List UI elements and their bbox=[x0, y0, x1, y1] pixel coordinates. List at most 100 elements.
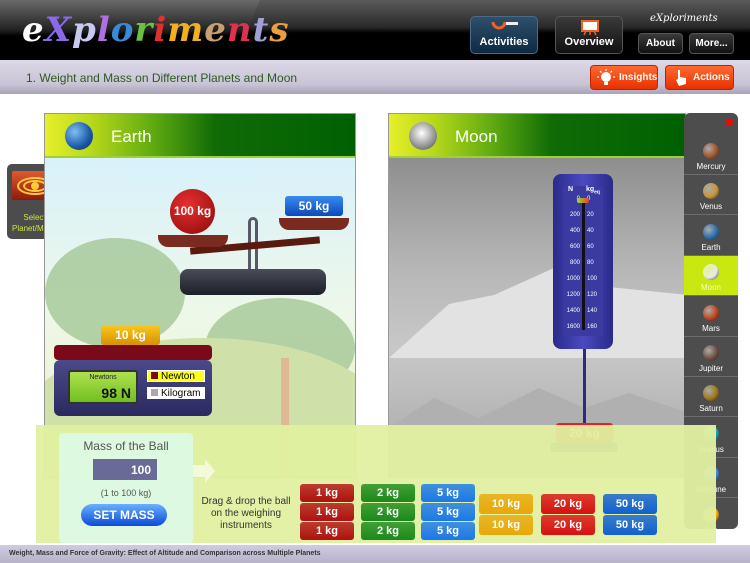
spring-scale: N kgeq 002002040040600608008010001001200… bbox=[553, 174, 613, 349]
weight-block[interactable]: 5 kg bbox=[421, 503, 475, 521]
insights-label: Insights bbox=[619, 72, 658, 83]
scale-tick-kg: 100 bbox=[587, 276, 598, 282]
actions-label: Actions bbox=[693, 72, 730, 83]
mercury-icon bbox=[703, 143, 719, 159]
unit-option-kilogram-label: Kilogram bbox=[161, 388, 201, 399]
lightbulb-icon bbox=[597, 69, 615, 85]
drag-instructions: Drag & drop the ball on the weighing ins… bbox=[201, 496, 291, 531]
earth-panel-title: Earth bbox=[111, 127, 152, 146]
moon-icon bbox=[703, 264, 719, 281]
about-button[interactable]: About bbox=[638, 33, 683, 54]
earth-icon bbox=[703, 223, 719, 240]
weight-block[interactable]: 5 kg bbox=[421, 522, 475, 540]
scale-tick-n: 1200 bbox=[566, 292, 580, 298]
scale-tick-kg: 20 bbox=[587, 212, 594, 218]
planet-item-label: Mars bbox=[702, 323, 720, 333]
scale-tick-n: 600 bbox=[569, 244, 580, 250]
earth-globe-icon bbox=[65, 122, 93, 150]
planet-item-label: Jupiter bbox=[698, 364, 723, 373]
scale-tick-kg: 160 bbox=[587, 324, 598, 330]
weight-block[interactable]: 1 kg bbox=[300, 484, 354, 502]
insights-button[interactable]: Insights bbox=[590, 65, 658, 90]
planet-item-label: Earth bbox=[701, 242, 721, 252]
planet-item-saturn[interactable]: Saturn bbox=[684, 377, 738, 418]
overview-label: Overview bbox=[564, 36, 614, 48]
jupiter-icon bbox=[703, 345, 719, 361]
scale-display-caption: Newtons bbox=[89, 374, 117, 381]
close-icon[interactable]: ✖ bbox=[725, 116, 734, 129]
spring-scale-hook bbox=[583, 349, 586, 424]
scale-tick-n: 800 bbox=[569, 260, 580, 266]
top-bar: eXploriments Activities Overview eXplori… bbox=[0, 0, 750, 60]
earth-panel: Earth 100 kg 50 kg 10 kg Newtons 98 N Ne… bbox=[44, 113, 356, 478]
overview-button[interactable]: Overview bbox=[555, 16, 623, 54]
activities-button[interactable]: Activities bbox=[470, 16, 538, 54]
scale-tick-n: 400 bbox=[569, 228, 580, 234]
weight-block[interactable]: 5 kg bbox=[421, 484, 475, 502]
pointing-hand-icon bbox=[676, 70, 686, 86]
moon-globe-icon bbox=[409, 122, 437, 150]
earth-panel-header: Earth bbox=[45, 114, 355, 158]
spring-scale-rod bbox=[582, 200, 585, 330]
scale-tick-n: 1600 bbox=[566, 324, 580, 330]
set-mass-button[interactable]: SET MASS bbox=[81, 504, 167, 526]
digital-scale: Newtons 98 N Newton Kilogram bbox=[54, 360, 212, 416]
weight-block[interactable]: 10 kg bbox=[479, 494, 533, 514]
weight-block[interactable]: 20 kg bbox=[541, 494, 595, 514]
scale-display-value: 98 N bbox=[101, 385, 131, 401]
weight-block[interactable]: 50 kg bbox=[603, 515, 657, 535]
magnet-icon bbox=[491, 21, 518, 30]
planet-item-label: Saturn bbox=[699, 404, 723, 414]
scale-platform bbox=[54, 345, 212, 360]
weight-block[interactable]: 2 kg bbox=[361, 522, 415, 540]
planet-item-jupiter[interactable]: Jupiter bbox=[684, 337, 738, 377]
moon-panel-title: Moon bbox=[455, 127, 498, 146]
planet-item-label: Venus bbox=[699, 202, 723, 212]
mars-icon bbox=[703, 304, 719, 321]
weight-block[interactable]: 1 kg bbox=[300, 503, 354, 521]
weight-block[interactable]: 20 kg bbox=[541, 515, 595, 535]
moon-panel-header: Moon bbox=[389, 114, 685, 158]
planet-item-venus[interactable]: Venus bbox=[684, 175, 738, 216]
planet-item-label: Moon bbox=[700, 283, 721, 293]
weight-block[interactable]: 10 kg bbox=[479, 515, 533, 535]
planet-item-mars[interactable]: Mars bbox=[684, 297, 738, 337]
actions-button[interactable]: Actions bbox=[665, 65, 734, 90]
unit-option-newton[interactable]: Newton bbox=[147, 370, 205, 382]
app-logo: eXploriments bbox=[22, 10, 290, 50]
spring-scale-face: N kgeq 002002040040600608008010001001200… bbox=[563, 186, 603, 336]
scale-tick-kg: 60 bbox=[587, 244, 594, 250]
activities-label: Activities bbox=[479, 36, 529, 48]
planet-item-mercury[interactable]: Mercury bbox=[684, 135, 738, 175]
more-button[interactable]: More... bbox=[689, 33, 734, 54]
unit-option-newton-label: Newton bbox=[161, 371, 195, 382]
mass-control-panel: Mass of the Ball (1 to 100 kg) SET MASS bbox=[59, 433, 193, 543]
spring-scale-header-kg: kgeq bbox=[585, 186, 600, 196]
weight-on-balance[interactable]: 50 kg bbox=[285, 196, 343, 216]
scale-tick-kg: 140 bbox=[587, 308, 598, 314]
weight-block[interactable]: 50 kg bbox=[603, 494, 657, 514]
spring-scale-pointer bbox=[577, 198, 589, 203]
spring-scale-header-n: N bbox=[568, 186, 574, 193]
venus-icon bbox=[703, 183, 719, 200]
scale-display: Newtons 98 N bbox=[68, 370, 138, 404]
unit-option-kilogram[interactable]: Kilogram bbox=[147, 387, 205, 399]
mass-input[interactable] bbox=[93, 459, 157, 480]
weight-on-scale[interactable]: 10 kg bbox=[101, 325, 160, 345]
planet-item-label: Mercury bbox=[696, 162, 726, 171]
moon-panel: Moon N kgeq 0020020400406006080080100010… bbox=[388, 113, 686, 478]
ball-on-balance[interactable]: 100 kg bbox=[170, 189, 215, 234]
mass-control-title: Mass of the Ball bbox=[83, 439, 169, 453]
weight-block[interactable]: 2 kg bbox=[361, 484, 415, 502]
scale-tick-n: 200 bbox=[569, 212, 580, 218]
scale-tick-kg: 80 bbox=[587, 260, 594, 266]
planet-item-moon[interactable]: Moon bbox=[684, 256, 738, 297]
scale-tick-kg: 40 bbox=[587, 228, 594, 234]
presentation-board-icon bbox=[581, 20, 599, 36]
weight-block[interactable]: 1 kg bbox=[300, 522, 354, 540]
scale-tick-n: 1000 bbox=[566, 276, 580, 282]
planet-item-earth[interactable]: Earth bbox=[684, 216, 738, 256]
saturn-icon bbox=[703, 385, 719, 402]
weight-block[interactable]: 2 kg bbox=[361, 503, 415, 521]
footer-bar: Weight, Mass and Force of Gravity: Effec… bbox=[0, 545, 750, 563]
